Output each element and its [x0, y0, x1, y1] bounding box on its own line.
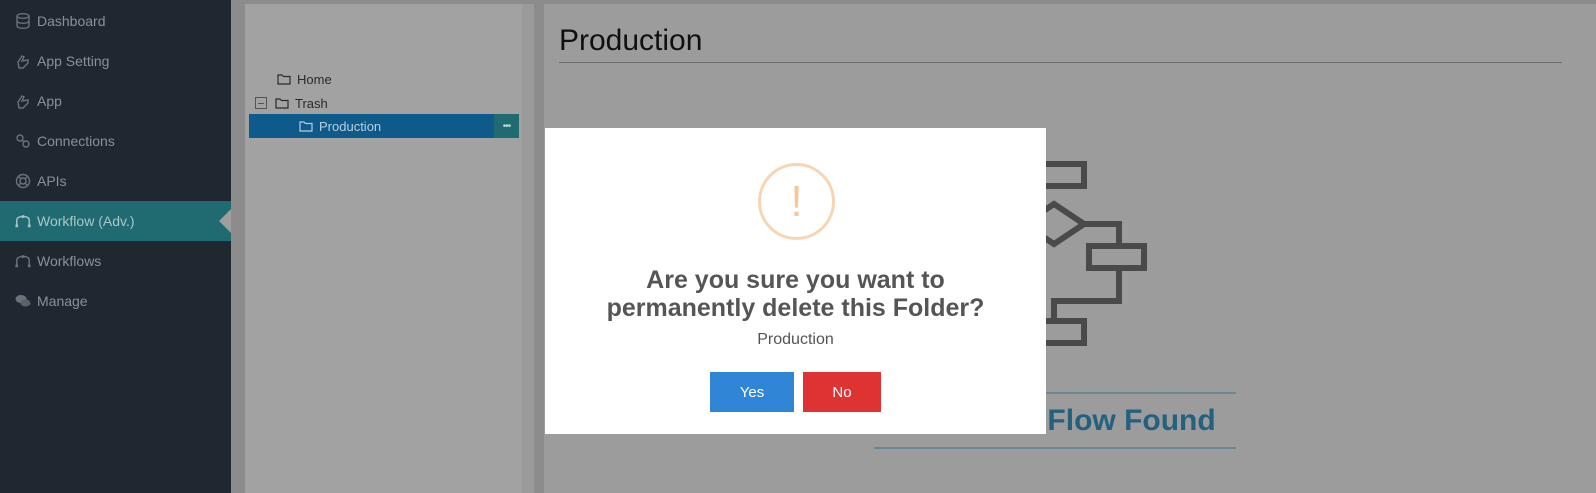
- sidebar-item-manage[interactable]: Manage: [0, 281, 231, 321]
- comments-icon: [15, 293, 31, 309]
- sidebar-item-dashboard[interactable]: Dashboard: [0, 1, 231, 41]
- workflow-icon: [15, 253, 31, 269]
- tree-node-label: Home: [297, 71, 332, 87]
- confirm-delete-dialog: ! Are you sure you want to permanently d…: [545, 128, 1046, 434]
- warning-icon: !: [758, 163, 835, 240]
- link-icon: [15, 133, 31, 149]
- sidebar-item-apis[interactable]: APIs: [0, 161, 231, 201]
- sidebar-item-label: App: [37, 93, 62, 109]
- folder-icon: [299, 121, 313, 132]
- tree-node-home[interactable]: Home: [277, 67, 332, 91]
- no-button[interactable]: No: [803, 372, 881, 412]
- sidebar-item-workflows[interactable]: Workflows: [0, 241, 231, 281]
- lifebuoy-icon: [15, 173, 31, 189]
- dialog-title: Are you sure you want to permanently del…: [545, 266, 1046, 322]
- tree-node-label: Trash: [295, 95, 328, 111]
- workflow-icon: [15, 213, 31, 229]
- database-icon: [15, 13, 31, 29]
- sidebar: Dashboard App Setting App Connections AP…: [0, 0, 231, 493]
- sidebar-item-label: Workflows: [37, 253, 102, 269]
- sidebar-item-connections[interactable]: Connections: [0, 121, 231, 161]
- hand-icon: [15, 53, 31, 69]
- more-options-button[interactable]: •••: [494, 114, 519, 138]
- divider: [874, 447, 1236, 449]
- tree-node-production[interactable]: Production •••: [249, 114, 519, 138]
- sidebar-item-app-setting[interactable]: App Setting: [0, 41, 231, 81]
- folder-icon: [277, 74, 291, 85]
- panel-splitter[interactable]: [522, 4, 534, 493]
- tree-node-label: Production: [319, 118, 382, 134]
- divider: [559, 62, 1562, 63]
- page-title: Production: [559, 24, 703, 57]
- sidebar-item-label: Connections: [37, 133, 115, 149]
- sidebar-item-label: APIs: [37, 173, 67, 189]
- sidebar-item-label: Workflow (Adv.): [37, 213, 135, 229]
- yes-button[interactable]: Yes: [710, 372, 794, 412]
- hand-icon: [15, 93, 31, 109]
- sidebar-item-label: App Setting: [37, 53, 110, 69]
- sidebar-item-label: Dashboard: [37, 13, 106, 29]
- collapse-icon[interactable]: [255, 97, 267, 109]
- dialog-subtitle: Production: [757, 331, 834, 348]
- folder-tree-panel: Home Trash Production •••: [245, 4, 522, 493]
- dialog-title-line: permanently delete this Folder?: [606, 294, 985, 322]
- sidebar-item-app[interactable]: App: [0, 81, 231, 121]
- dialog-title-line: Are you sure you want to: [646, 266, 945, 294]
- folder-icon: [275, 98, 289, 109]
- tree-node-trash[interactable]: Trash: [255, 91, 328, 115]
- sidebar-item-workflow-adv[interactable]: Workflow (Adv.): [0, 201, 231, 241]
- sidebar-item-label: Manage: [37, 293, 88, 309]
